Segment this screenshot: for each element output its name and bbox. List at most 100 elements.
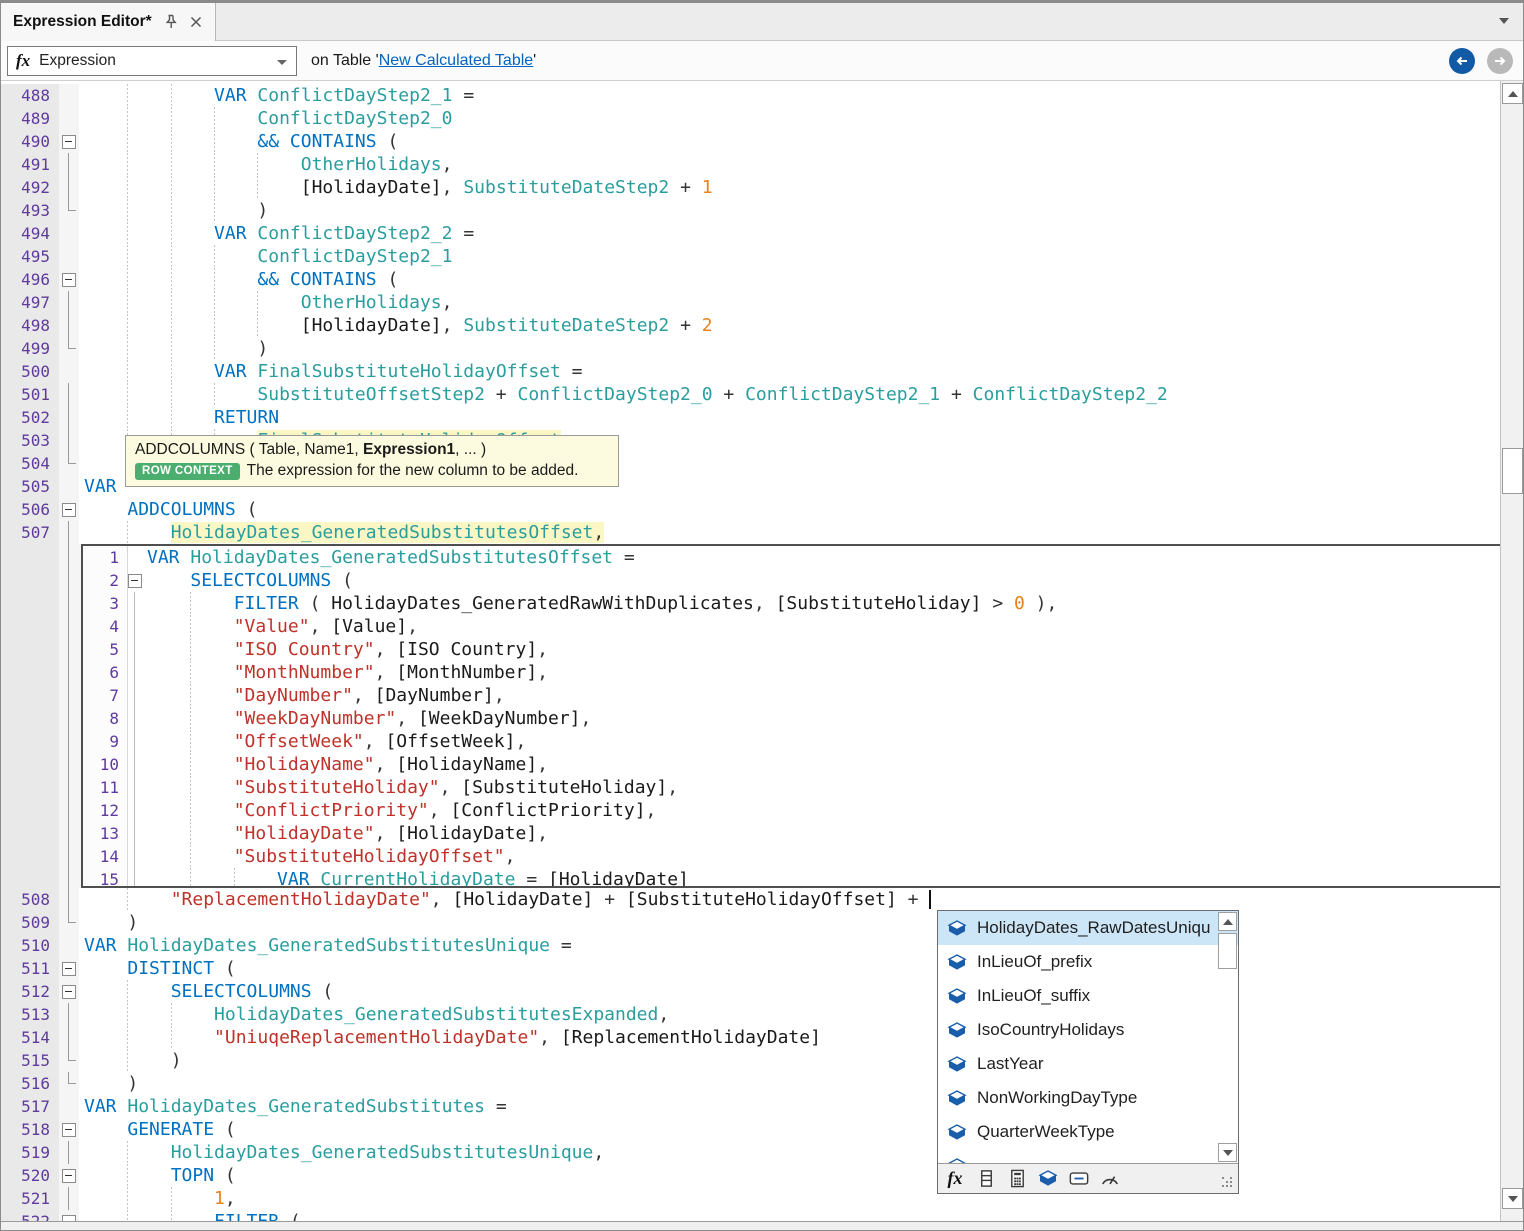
fold-collapse-icon[interactable] [59, 957, 79, 980]
code-line-491[interactable]: 491 OtherHolidays, [1, 153, 1500, 176]
scrollbar-thumb[interactable] [1502, 448, 1523, 494]
line-number[interactable]: 514 [1, 1026, 59, 1049]
autocomplete-item[interactable]: InLieuOf_suffix [938, 979, 1238, 1013]
autocomplete-item[interactable]: IsoCountryHolidays [938, 1013, 1238, 1047]
autocomplete-item[interactable]: LastYear [938, 1047, 1238, 1081]
calculator-filter-icon[interactable] [1006, 1168, 1028, 1190]
code-line-506[interactable]: 506 ADDCOLUMNS ( [1, 498, 1500, 521]
code-line-11[interactable]: 11 "SubstituteHoliday", [SubstituteHolid… [83, 776, 1500, 799]
code-line-515[interactable]: 515 ) [1, 1049, 1500, 1072]
line-number[interactable]: 5 [83, 638, 128, 661]
autocomplete-item[interactable]: HolidayDates_RawDatesUniqu [938, 911, 1238, 945]
code-line-489[interactable]: 489 ConflictDayStep2_0 [1, 107, 1500, 130]
code-text[interactable]: "ISO Country", [ISO Country], [142, 638, 1500, 661]
line-number[interactable]: 517 [1, 1095, 59, 1118]
pin-icon[interactable] [163, 14, 178, 30]
code-text[interactable]: HolidayDates_GeneratedSubstitutesUnique, [79, 1141, 1500, 1164]
code-text[interactable]: VAR FinalSubstituteHolidayOffset = [79, 360, 1500, 383]
autocomplete-item[interactable]: NonWorkingDayType [938, 1081, 1238, 1115]
code-text[interactable]: TOPN ( [79, 1164, 1500, 1187]
line-number[interactable]: 15 [83, 868, 128, 888]
code-line-499[interactable]: 499 ) [1, 337, 1500, 360]
code-line-493[interactable]: 493 ) [1, 199, 1500, 222]
code-line-10[interactable]: 10 "HolidayName", [HolidayName], [83, 753, 1500, 776]
line-number[interactable]: 509 [1, 911, 59, 934]
line-number[interactable]: 519 [1, 1141, 59, 1164]
code-text[interactable]: HolidayDates_GeneratedSubstitutesOffset, [79, 521, 1500, 544]
code-text[interactable]: FILTER ( HolidayDates_GeneratedRawWithDu… [142, 592, 1500, 615]
code-line-514[interactable]: 514 "UniuqeReplacementHolidayDate", [Rep… [1, 1026, 1500, 1049]
code-editor-content[interactable]: 488 VAR ConflictDayStep2_1 =489 Conflict… [1, 81, 1500, 1221]
code-line-12[interactable]: 12 "ConflictPriority", [ConflictPriority… [83, 799, 1500, 822]
fold-collapse-icon[interactable] [59, 1118, 79, 1141]
functions-filter-icon[interactable]: fx [944, 1168, 966, 1190]
scroll-up-icon[interactable] [1218, 912, 1237, 931]
code-text[interactable]: ) [79, 199, 1500, 222]
code-text[interactable]: [HolidayDate], SubstituteDateStep2 + 1 [79, 176, 1500, 199]
line-number[interactable]: 7 [83, 684, 128, 707]
autocomplete-item[interactable]: InLieuOf_prefix [938, 945, 1238, 979]
code-text[interactable]: [HolidayDate], SubstituteDateStep2 + 2 [79, 314, 1500, 337]
measures-filter-icon[interactable] [1068, 1168, 1090, 1190]
code-line-511[interactable]: 511 DISTINCT ( [1, 957, 1500, 980]
code-text[interactable]: VAR ConflictDayStep2_1 = [79, 84, 1500, 107]
line-number[interactable]: 491 [1, 153, 59, 176]
line-number[interactable]: 497 [1, 291, 59, 314]
line-number[interactable]: 488 [1, 84, 59, 107]
code-text[interactable]: DISTINCT ( [79, 957, 1500, 980]
line-number[interactable]: 10 [83, 753, 128, 776]
line-number[interactable]: 504 [1, 452, 59, 475]
code-text[interactable]: VAR HolidayDates_GeneratedSubstitutesOff… [142, 546, 1500, 569]
line-number[interactable]: 9 [83, 730, 128, 753]
code-text[interactable]: RETURN [79, 406, 1500, 429]
code-text[interactable]: VAR HolidayDates_GeneratedSubstitutesUni… [79, 934, 1500, 957]
line-number[interactable]: 521 [1, 1187, 59, 1210]
code-line-521[interactable]: 521 1, [1, 1187, 1500, 1210]
code-line-522[interactable]: 522 FILTER ( [1, 1210, 1500, 1221]
code-line-2[interactable]: 2 SELECTCOLUMNS ( [83, 569, 1500, 592]
code-text[interactable]: ConflictDayStep2_1 [79, 245, 1500, 268]
line-number[interactable]: 518 [1, 1118, 59, 1141]
back-button[interactable] [1449, 48, 1475, 74]
fold-collapse-icon[interactable] [59, 1210, 79, 1221]
code-text[interactable]: VAR HolidayDates_GeneratedSubstitutes = [79, 1095, 1500, 1118]
fold-collapse-icon[interactable] [59, 498, 79, 521]
code-text[interactable]: ConflictDayStep2_0 [79, 107, 1500, 130]
line-number[interactable]: 499 [1, 337, 59, 360]
tables-filter-icon[interactable] [1037, 1168, 1059, 1190]
line-number[interactable]: 505 [1, 475, 59, 498]
code-text[interactable]: && CONTAINS ( [79, 130, 1500, 153]
line-number[interactable]: 512 [1, 980, 59, 1003]
code-text[interactable]: ) [79, 1049, 1500, 1072]
code-line-518[interactable]: 518 GENERATE ( [1, 1118, 1500, 1141]
line-number[interactable]: 13 [83, 822, 128, 845]
code-text[interactable]: "HolidayDate", [HolidayDate], [142, 822, 1500, 845]
line-number[interactable]: 6 [83, 661, 128, 684]
scrollbar-thumb[interactable] [1218, 933, 1237, 969]
line-number[interactable]: 1 [83, 546, 128, 569]
code-line-498[interactable]: 498 [HolidayDate], SubstituteDateStep2 +… [1, 314, 1500, 337]
code-line-519[interactable]: 519 HolidayDates_GeneratedSubstitutesUni… [1, 1141, 1500, 1164]
code-text[interactable]: ) [79, 911, 1500, 934]
line-number[interactable]: 8 [83, 707, 128, 730]
code-line-7[interactable]: 7 "DayNumber", [DayNumber], [83, 684, 1500, 707]
line-number[interactable]: 513 [1, 1003, 59, 1026]
resize-grip[interactable] [1222, 1177, 1234, 1189]
code-line-520[interactable]: 520 TOPN ( [1, 1164, 1500, 1187]
code-text[interactable]: SELECTCOLUMNS ( [142, 569, 1500, 592]
line-number[interactable]: 489 [1, 107, 59, 130]
code-line-15[interactable]: 15 VAR CurrentHolidayDate = [HolidayDate… [83, 868, 1500, 888]
code-line-508[interactable]: 508 "ReplacementHolidayDate", [HolidayDa… [1, 888, 1500, 911]
fold-collapse-icon[interactable] [59, 130, 79, 153]
code-line-492[interactable]: 492 [HolidayDate], SubstituteDateStep2 +… [1, 176, 1500, 199]
line-number[interactable]: 3 [83, 592, 128, 615]
line-number[interactable]: 496 [1, 268, 59, 291]
table-link[interactable]: New Calculated Table [379, 52, 533, 69]
code-text[interactable]: "MonthNumber", [MonthNumber], [142, 661, 1500, 684]
code-line-6[interactable]: 6 "MonthNumber", [MonthNumber], [83, 661, 1500, 684]
line-number[interactable]: 515 [1, 1049, 59, 1072]
code-text[interactable]: 1, [79, 1187, 1500, 1210]
line-number[interactable]: 493 [1, 199, 59, 222]
code-line-488[interactable]: 488 VAR ConflictDayStep2_1 = [1, 84, 1500, 107]
line-number[interactable]: 2 [83, 569, 128, 592]
